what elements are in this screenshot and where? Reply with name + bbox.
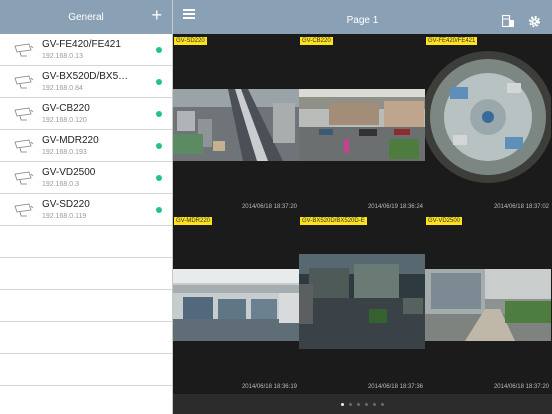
camera-tile[interactable]: GV-SD220 2014/06/18 18:37:20 xyxy=(173,34,299,213)
main-header: Page 1 xyxy=(173,0,552,34)
device-name: GV-BX520D/BX5… xyxy=(42,71,129,82)
device-row[interactable]: GV-FE420/FE421 192.168.0.13 xyxy=(0,34,172,66)
page-dot[interactable] xyxy=(381,402,384,406)
camera-icon xyxy=(14,43,34,57)
camera-label: GV-MDR220 xyxy=(174,217,213,225)
device-name: GV-FE420/FE421 xyxy=(42,39,121,50)
camera-icon xyxy=(14,139,34,153)
sidebar-header: General + xyxy=(0,0,172,34)
device-name: GV-SD220 xyxy=(42,199,90,210)
status-online-dot xyxy=(156,207,162,213)
camera-label: GV-VD2500 xyxy=(426,217,463,225)
device-ip: 192.168.0.13 xyxy=(42,53,83,60)
page-dot[interactable] xyxy=(349,402,352,406)
camera-timestamp: 2014/06/18 18:37:20 xyxy=(493,384,549,390)
status-online-dot xyxy=(156,79,162,85)
empty-row xyxy=(0,354,172,386)
camera-tile[interactable]: GV-FE420/FE421 2014/06/18 18:37:02 xyxy=(425,34,551,213)
device-list: GV-FE420/FE421 192.168.0.13 GV-BX520D/BX… xyxy=(0,34,172,386)
camera-grid: GV-SD220 2014/06/18 18:37:20 GV-CB220 20… xyxy=(173,34,552,394)
sidebar-title: General xyxy=(68,11,104,23)
live-view-panel: Page 1 GV-SD220 2014/06/18 18:37:20 GV-C… xyxy=(173,0,552,414)
device-sidebar: General + GV-FE420/FE421 192.168.0.13 GV… xyxy=(0,0,173,414)
camera-timestamp: 2014/06/18 18:37:20 xyxy=(241,204,297,210)
device-ip: 192.168.0.3 xyxy=(42,181,79,188)
device-ip: 192.168.0.120 xyxy=(42,117,87,124)
page-indicator xyxy=(173,394,552,414)
empty-row xyxy=(0,226,172,258)
camera-timestamp: 2014/06/18 18:36:19 xyxy=(241,384,297,390)
camera-timestamp: 2014/06/19 18:36:24 xyxy=(367,204,423,210)
status-online-dot xyxy=(156,111,162,117)
camera-feed-image xyxy=(299,89,425,161)
camera-feed-image xyxy=(299,254,425,349)
camera-label: GV-CB220 xyxy=(300,37,333,45)
device-row[interactable]: GV-SD220 192.168.0.119 xyxy=(0,194,172,226)
camera-feed-image xyxy=(425,51,551,183)
camera-tile[interactable]: GV-VD2500 2014/06/18 18:37:20 xyxy=(425,214,551,393)
empty-row xyxy=(0,258,172,290)
device-ip: 192.168.0.84 xyxy=(42,85,83,92)
device-row[interactable]: GV-CB220 192.168.0.120 xyxy=(0,98,172,130)
camera-feed-image xyxy=(425,269,551,341)
status-online-dot xyxy=(156,143,162,149)
device-ip: 192.168.0.119 xyxy=(42,213,87,220)
device-ip: 192.168.0.193 xyxy=(42,149,87,156)
page-title: Page 1 xyxy=(346,15,379,26)
device-name: GV-VD2500 xyxy=(42,167,96,178)
camera-tile[interactable]: GV-MDR220 2014/06/18 18:36:19 xyxy=(173,214,299,393)
camera-tile[interactable]: GV-CB220 2014/06/19 18:36:24 xyxy=(299,34,425,213)
device-row[interactable]: GV-BX520D/BX5… 192.168.0.84 xyxy=(0,66,172,98)
layout-icon[interactable] xyxy=(502,15,514,27)
page-dot[interactable] xyxy=(341,402,344,406)
camera-label: GV-BX520D/BX520D-E xyxy=(300,217,367,225)
camera-feed-image xyxy=(173,89,299,161)
device-row[interactable]: GV-MDR220 192.168.0.193 xyxy=(0,130,172,162)
device-row[interactable]: GV-VD2500 192.168.0.3 xyxy=(0,162,172,194)
camera-icon xyxy=(14,75,34,89)
camera-label: GV-SD220 xyxy=(174,37,207,45)
camera-icon xyxy=(14,107,34,121)
device-name: GV-MDR220 xyxy=(42,135,99,146)
camera-timestamp: 2014/06/18 18:37:36 xyxy=(367,384,423,390)
empty-row xyxy=(0,322,172,354)
camera-icon xyxy=(14,203,34,217)
page-dot[interactable] xyxy=(373,402,376,406)
gear-icon[interactable] xyxy=(528,15,541,28)
plus-icon[interactable]: + xyxy=(151,6,162,24)
camera-label: GV-FE420/FE421 xyxy=(426,37,478,45)
device-name: GV-CB220 xyxy=(42,103,90,114)
camera-timestamp: 2014/06/18 18:37:02 xyxy=(493,204,549,210)
page-dot[interactable] xyxy=(357,402,360,406)
camera-icon xyxy=(14,171,34,185)
status-online-dot xyxy=(156,47,162,53)
empty-row xyxy=(0,290,172,322)
page-dot[interactable] xyxy=(365,402,368,406)
camera-feed-image xyxy=(173,269,299,341)
status-online-dot xyxy=(156,175,162,181)
camera-tile[interactable]: GV-BX520D/BX520D-E 2014/06/18 18:37:36 xyxy=(299,214,425,393)
